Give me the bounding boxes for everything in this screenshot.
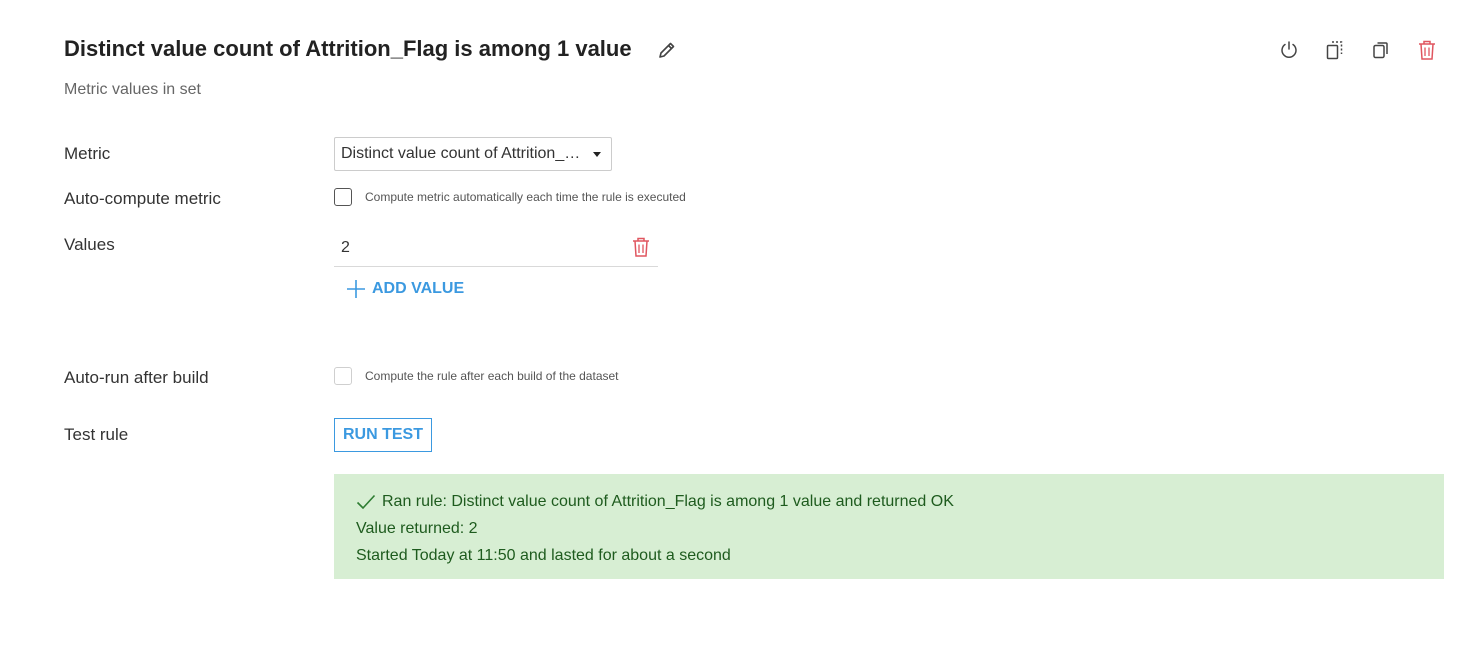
chevron-down-icon: [593, 151, 601, 157]
test-rule-label: Test rule: [64, 425, 129, 444]
pencil-icon[interactable]: [657, 40, 677, 60]
value-input-text: 2: [341, 239, 350, 256]
auto-compute-label: Auto-compute metric: [64, 189, 221, 208]
rule-subtitle: Metric values in set: [64, 81, 201, 98]
run-test-button[interactable]: RUN TEST: [334, 418, 432, 452]
toggle-rule-button[interactable]: [1277, 38, 1301, 62]
test-result-panel: Ran rule: Distinct value count of Attrit…: [334, 474, 1444, 579]
metric-select-value: Distinct value count of Attrition_Flag (…: [341, 145, 585, 162]
rule-editor: Distinct value count of Attrition_Flag i…: [0, 0, 1463, 653]
result-summary: Ran rule: Distinct value count of Attrit…: [382, 493, 954, 510]
result-line-1: Ran rule: Distinct value count of Attrit…: [356, 488, 1422, 515]
copy-icon: [1373, 42, 1388, 59]
copy-rule-button[interactable]: [1369, 38, 1393, 62]
values-label: Values: [64, 235, 115, 254]
trash-icon[interactable]: [631, 236, 651, 258]
plus-icon: [347, 280, 365, 298]
auto-compute-row: Compute metric automatically each time t…: [334, 188, 686, 206]
auto-run-checkbox[interactable]: [334, 367, 352, 385]
metric-label: Metric: [64, 144, 111, 163]
add-value-label: ADD VALUE: [372, 280, 465, 297]
auto-run-row: Compute the rule after each build of the…: [334, 367, 619, 385]
auto-run-label: Auto-run after build: [64, 368, 209, 387]
result-value-returned: Value returned: 2: [356, 520, 478, 537]
trash-icon: [1419, 40, 1435, 60]
duplicate-icon: [1326, 41, 1343, 60]
power-icon: [1281, 41, 1297, 58]
delete-rule-button[interactable]: [1415, 38, 1439, 62]
duplicate-rule-button[interactable]: [1323, 38, 1347, 62]
page-title: Distinct value count of Attrition_Flag i…: [64, 36, 632, 61]
auto-compute-checkbox-label: Compute metric automatically each time t…: [365, 190, 686, 204]
metric-select[interactable]: Distinct value count of Attrition_Flag (…: [334, 137, 612, 171]
auto-compute-checkbox[interactable]: [334, 188, 352, 206]
value-input[interactable]: 2: [334, 230, 658, 267]
result-timing: Started Today at 11:50 and lasted for ab…: [356, 547, 731, 564]
checkmark-icon: [356, 494, 376, 509]
header-actions: [1277, 38, 1439, 62]
auto-run-checkbox-label: Compute the rule after each build of the…: [365, 369, 619, 383]
add-value-button[interactable]: ADD VALUE: [346, 279, 464, 299]
